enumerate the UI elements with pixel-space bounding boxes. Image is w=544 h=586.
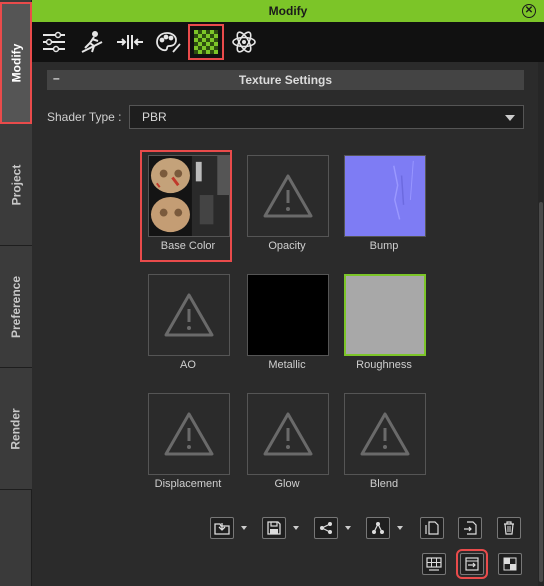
channel-opacity[interactable]: Opacity [239, 152, 335, 252]
channel-label: Blend [369, 478, 399, 490]
warning-icon [360, 412, 410, 456]
share-alt-icon [372, 522, 384, 534]
channel-blend[interactable]: Blend [336, 390, 432, 490]
share-icon [320, 522, 332, 534]
section-header[interactable]: – Texture Settings [47, 70, 524, 90]
roughness-thumbnail[interactable] [344, 274, 426, 356]
channel-displacement[interactable]: Displacement [140, 390, 236, 490]
grid-button[interactable] [422, 553, 446, 575]
sliders-icon[interactable] [36, 24, 72, 60]
export-button[interactable] [456, 549, 488, 579]
checker-button[interactable] [498, 553, 522, 575]
channel-label: Displacement [154, 478, 222, 490]
atom-icon[interactable] [226, 24, 262, 60]
copy-icon [425, 521, 439, 535]
channel-ao[interactable]: AO [140, 271, 236, 371]
opacity-thumbnail[interactable] [247, 155, 329, 237]
ao-thumbnail[interactable] [148, 274, 230, 356]
share-button[interactable] [314, 517, 338, 539]
channel-bump[interactable]: Bump [336, 152, 432, 252]
load-icon [214, 523, 230, 535]
load-image-button[interactable] [210, 517, 234, 539]
channel-label: Metallic [268, 359, 306, 371]
channel-metallic[interactable]: Metallic [239, 271, 335, 371]
channel-label: Roughness [356, 359, 412, 371]
chevron-down-icon [241, 526, 247, 530]
warning-icon [164, 412, 214, 456]
tab-preference-label: Preference [9, 275, 24, 338]
trash-icon [504, 521, 514, 535]
chevron-down-icon [293, 526, 299, 530]
side-tab-strip: Modify Project Preference Render [0, 0, 32, 586]
tab-preference[interactable]: Preference [0, 246, 32, 368]
collapse-icon[interactable]: – [53, 71, 60, 85]
close-icon[interactable]: ✕ [522, 4, 536, 18]
save-image-button[interactable] [262, 517, 286, 539]
delete-button[interactable] [497, 517, 521, 539]
tab-project-label: Project [9, 164, 23, 205]
channel-glow[interactable]: Glow [239, 390, 335, 490]
grid-icon [426, 557, 442, 571]
glow-thumbnail[interactable] [247, 393, 329, 475]
base-color-thumbnail[interactable] [148, 155, 230, 237]
channel-roughness[interactable]: Roughness [336, 271, 432, 371]
copy-button[interactable] [420, 517, 444, 539]
scrollbar[interactable] [538, 62, 544, 586]
title-bar: Modify ✕ [32, 0, 544, 22]
channel-label: Bump [369, 240, 399, 252]
modify-toolbar [32, 22, 544, 62]
shader-type-value: PBR [142, 110, 167, 124]
metallic-thumbnail[interactable] [247, 274, 329, 356]
shader-type-label: Shader Type : [47, 110, 122, 124]
tab-render[interactable]: Render [0, 368, 32, 490]
save-icon [267, 521, 281, 535]
tab-render-label: Render [9, 407, 23, 450]
channel-label: AO [180, 359, 196, 371]
checker-texture-icon[interactable] [188, 24, 224, 60]
texture-settings-panel: – Texture Settings Shader Type : PBR Bas… [32, 62, 544, 586]
load-dropdown[interactable] [239, 517, 249, 539]
section-title: Texture Settings [238, 73, 333, 87]
warning-icon [263, 412, 313, 456]
import-icon [464, 521, 477, 535]
chevron-down-icon [397, 526, 403, 530]
displacement-thumbnail[interactable] [148, 393, 230, 475]
blend-thumbnail[interactable] [344, 393, 426, 475]
channel-label: Glow [274, 478, 300, 490]
channel-label: Opacity [268, 240, 306, 252]
chevron-down-icon [505, 115, 515, 121]
import-button[interactable] [458, 517, 482, 539]
share-dropdown[interactable] [343, 517, 353, 539]
tab-modify-label: Modify [9, 43, 24, 82]
motion-icon[interactable] [74, 24, 110, 60]
window-title: Modify [268, 4, 308, 18]
warning-icon [164, 293, 214, 337]
warning-icon [263, 174, 313, 218]
channel-base-color[interactable]: Base Color [140, 150, 236, 262]
shader-type-dropdown[interactable]: PBR [129, 105, 524, 129]
scrollbar-thumb[interactable] [539, 202, 543, 582]
save-dropdown[interactable] [291, 517, 301, 539]
chevron-down-icon [345, 526, 351, 530]
tab-project[interactable]: Project [0, 124, 32, 246]
share-alt-dropdown[interactable] [395, 517, 405, 539]
morph-icon[interactable] [112, 24, 148, 60]
checker-icon [503, 557, 517, 571]
export-icon [465, 557, 479, 571]
tab-modify[interactable]: Modify [0, 2, 32, 124]
share-alt-button[interactable] [366, 517, 390, 539]
channel-label: Base Color [160, 240, 216, 252]
bump-thumbnail[interactable] [344, 155, 426, 237]
palette-icon[interactable] [150, 24, 186, 60]
